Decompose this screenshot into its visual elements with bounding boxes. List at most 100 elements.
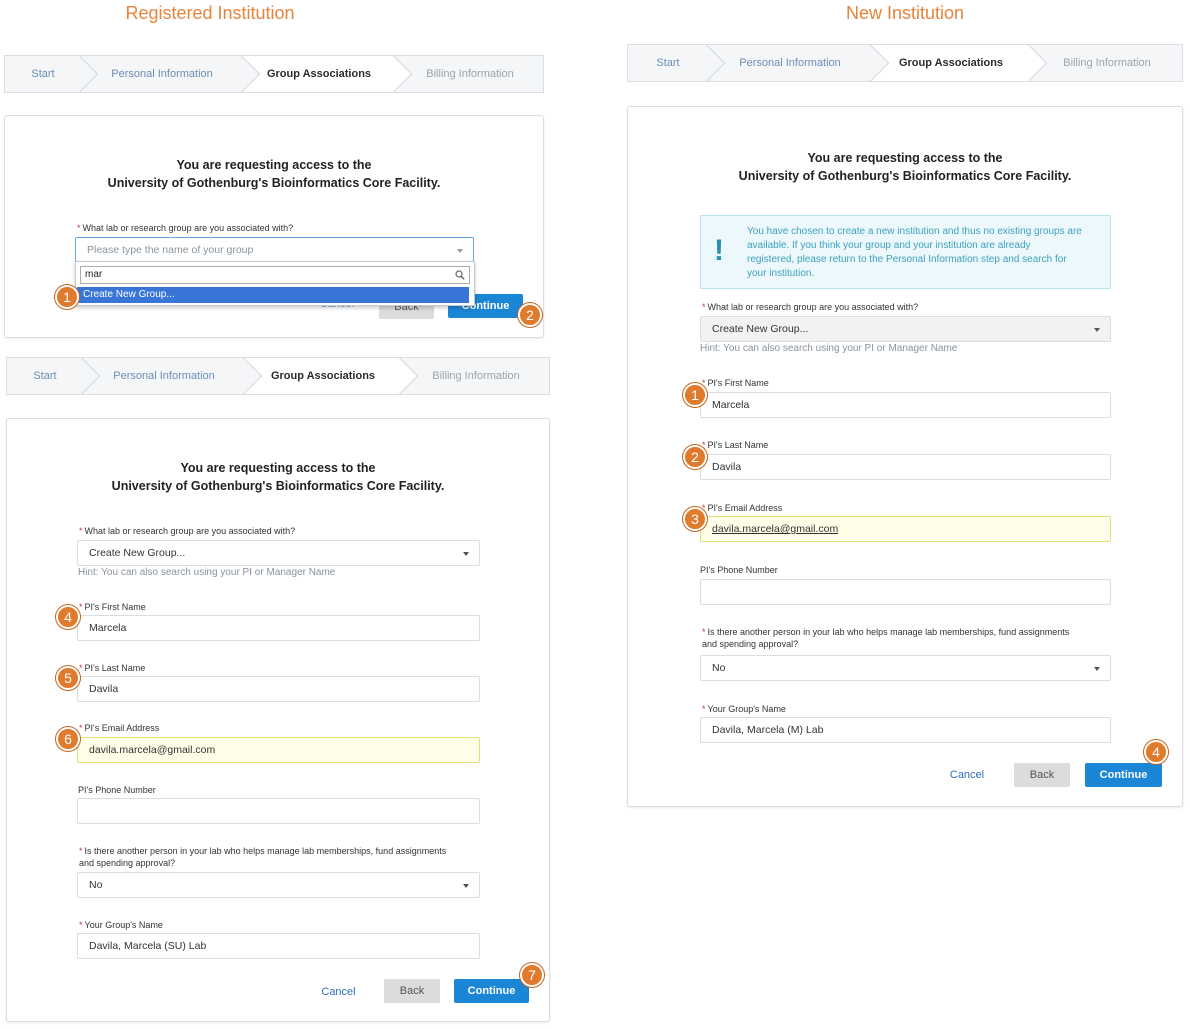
pi-last-name-text: PI's Last Name bbox=[84, 663, 146, 673]
step-personal-information[interactable]: Personal Information bbox=[83, 358, 263, 394]
new-group-form-card: You are requesting access to the Univers… bbox=[6, 418, 550, 1022]
step-badge-2: 2 bbox=[683, 445, 707, 469]
another-person-select[interactable]: No bbox=[700, 655, 1111, 681]
step-start[interactable]: Start bbox=[5, 56, 99, 92]
group-search-input[interactable]: mar bbox=[80, 266, 470, 284]
create-new-group-option[interactable]: Create New Group... bbox=[77, 287, 469, 303]
step-start[interactable]: Start bbox=[628, 45, 726, 81]
group-select[interactable]: Please type the name of your group bbox=[75, 237, 474, 263]
page-title: You are requesting access to the Univers… bbox=[7, 459, 549, 495]
another-person-text-1: Is there another person in your lab who … bbox=[707, 627, 1070, 637]
step-billing-label: Billing Information bbox=[1063, 57, 1151, 69]
pi-first-name-text: PI's First Name bbox=[84, 602, 146, 612]
pi-phone-input[interactable] bbox=[77, 798, 480, 824]
required-mark: * bbox=[702, 302, 706, 312]
step-personal-information[interactable]: Personal Information bbox=[81, 56, 261, 92]
group-name-input[interactable]: Davila, Marcela (SU) Lab bbox=[77, 933, 480, 959]
group-dropdown-panel: mar Create New Group... bbox=[75, 261, 475, 306]
step-personal-label: Personal Information bbox=[739, 57, 841, 69]
title-line-2: University of Gothenburg's Bioinformatic… bbox=[738, 169, 1072, 183]
pi-last-name-input[interactable]: Davila bbox=[700, 454, 1111, 480]
step-group-associations[interactable]: Group Associations bbox=[872, 45, 1048, 81]
group-select[interactable]: Create New Group... bbox=[700, 316, 1111, 342]
group-name-text: Your Group's Name bbox=[84, 920, 163, 930]
chevron-down-icon bbox=[463, 884, 469, 888]
pi-email-input[interactable]: davila.marcela@gmail.com bbox=[700, 516, 1111, 542]
pi-phone-input[interactable] bbox=[700, 579, 1111, 605]
step-group-associations[interactable]: Group Associations bbox=[245, 358, 419, 394]
group-select[interactable]: Create New Group... bbox=[77, 540, 480, 566]
group-select-value: Create New Group... bbox=[89, 547, 186, 559]
another-person-value: No bbox=[712, 662, 726, 674]
required-mark: * bbox=[79, 602, 83, 612]
another-person-line-1: * Is there another person in your lab who… bbox=[702, 626, 1069, 638]
title-line-1: You are requesting access to the bbox=[180, 461, 376, 475]
title-line-2: University of Gothenburg's Bioinformatic… bbox=[107, 176, 441, 190]
pi-phone-label: PI's Phone Number bbox=[700, 565, 778, 575]
pi-last-name-input[interactable]: Davila bbox=[77, 676, 480, 702]
search-hint: Hint: You can also search using your PI … bbox=[78, 567, 336, 578]
title-line-2: University of Gothenburg's Bioinformatic… bbox=[111, 479, 445, 493]
continue-button[interactable]: Continue bbox=[454, 979, 529, 1003]
cancel-button[interactable]: Cancel bbox=[310, 980, 367, 1004]
step-badge-1: 1 bbox=[683, 383, 707, 407]
new-institution-alert: ! You have chosen to create a new instit… bbox=[700, 215, 1111, 289]
chevron-down-icon bbox=[463, 552, 469, 556]
search-hint: Hint: You can also search using your PI … bbox=[700, 343, 958, 354]
page-title: You are requesting access to the Univers… bbox=[628, 149, 1182, 185]
required-mark: * bbox=[79, 663, 83, 673]
lab-question-text: What lab or research group are you assoc… bbox=[84, 526, 296, 536]
chevron-down-icon bbox=[457, 249, 463, 253]
step-start[interactable]: Start bbox=[7, 358, 101, 394]
pi-first-name-input[interactable]: Marcela bbox=[77, 615, 480, 641]
pi-first-name-input[interactable]: Marcela bbox=[700, 392, 1111, 418]
lab-question-text: What lab or research group are you assoc… bbox=[707, 302, 919, 312]
pi-email-input[interactable]: davila.marcela@gmail.com bbox=[77, 737, 480, 763]
back-button[interactable]: Back bbox=[384, 979, 440, 1003]
alert-line-3: registered, please return to the Persona… bbox=[747, 254, 1067, 265]
title-line-1: You are requesting access to the bbox=[176, 158, 372, 172]
pi-first-name-label: * PI's First Name bbox=[79, 601, 146, 613]
pi-first-name-text: PI's First Name bbox=[707, 378, 769, 388]
alert-line-2: available. If you think your group and y… bbox=[747, 240, 1031, 251]
new-institution-form-card: You are requesting access to the Univers… bbox=[627, 106, 1183, 807]
step-badge-7: 7 bbox=[520, 963, 544, 987]
pi-last-name-text: PI's Last Name bbox=[707, 440, 769, 450]
another-person-label: * Is there another person in your lab who… bbox=[702, 626, 1069, 650]
group-select-value: Create New Group... bbox=[712, 323, 809, 335]
step-personal-information[interactable]: Personal Information bbox=[708, 45, 890, 81]
step-badge-5: 5 bbox=[56, 666, 80, 690]
cancel-button[interactable]: Cancel bbox=[938, 763, 996, 787]
lab-question-label: * What lab or research group are you asso… bbox=[79, 525, 295, 537]
required-mark: * bbox=[702, 704, 706, 714]
required-mark: * bbox=[79, 846, 83, 856]
chevron-down-icon bbox=[1094, 667, 1100, 671]
another-person-value: No bbox=[89, 879, 103, 891]
chevron-down-icon bbox=[1094, 328, 1100, 332]
another-person-line-2: and spending approval? bbox=[702, 639, 799, 649]
step-billing-information[interactable]: Billing Information bbox=[395, 56, 543, 92]
another-person-line-2: and spending approval? bbox=[79, 858, 176, 868]
lab-question-text: What lab or research group are you assoc… bbox=[82, 223, 294, 233]
back-button[interactable]: Back bbox=[1014, 763, 1070, 787]
alert-line-4: your institution. bbox=[747, 268, 815, 279]
continue-button[interactable]: Continue bbox=[1085, 763, 1162, 787]
required-mark: * bbox=[79, 920, 83, 930]
lab-question-label: * What lab or research group are you asso… bbox=[702, 301, 918, 313]
alert-message: You have chosen to create a new institut… bbox=[747, 225, 1082, 281]
step-personal-label: Personal Information bbox=[111, 68, 213, 80]
pi-email-text: PI's Email Address bbox=[84, 723, 160, 733]
pi-last-name-label: * PI's Last Name bbox=[79, 662, 145, 674]
group-name-input[interactable]: Davila, Marcela (M) Lab bbox=[700, 717, 1111, 743]
step-group-associations[interactable]: Group Associations bbox=[243, 56, 413, 92]
step-badge-4: 4 bbox=[56, 605, 80, 629]
step-badge-1: 1 bbox=[55, 285, 79, 309]
step-billing-information[interactable]: Billing Information bbox=[401, 358, 549, 394]
another-person-select[interactable]: No bbox=[77, 872, 480, 898]
another-person-line-1: * Is there another person in your lab who… bbox=[79, 845, 446, 857]
group-name-text: Your Group's Name bbox=[707, 704, 786, 714]
group-search-value: mar bbox=[85, 269, 103, 280]
step-billing-information[interactable]: Billing Information bbox=[1030, 45, 1182, 81]
pi-last-name-label: * PI's Last Name bbox=[702, 439, 768, 451]
pi-phone-label: PI's Phone Number bbox=[78, 785, 156, 795]
